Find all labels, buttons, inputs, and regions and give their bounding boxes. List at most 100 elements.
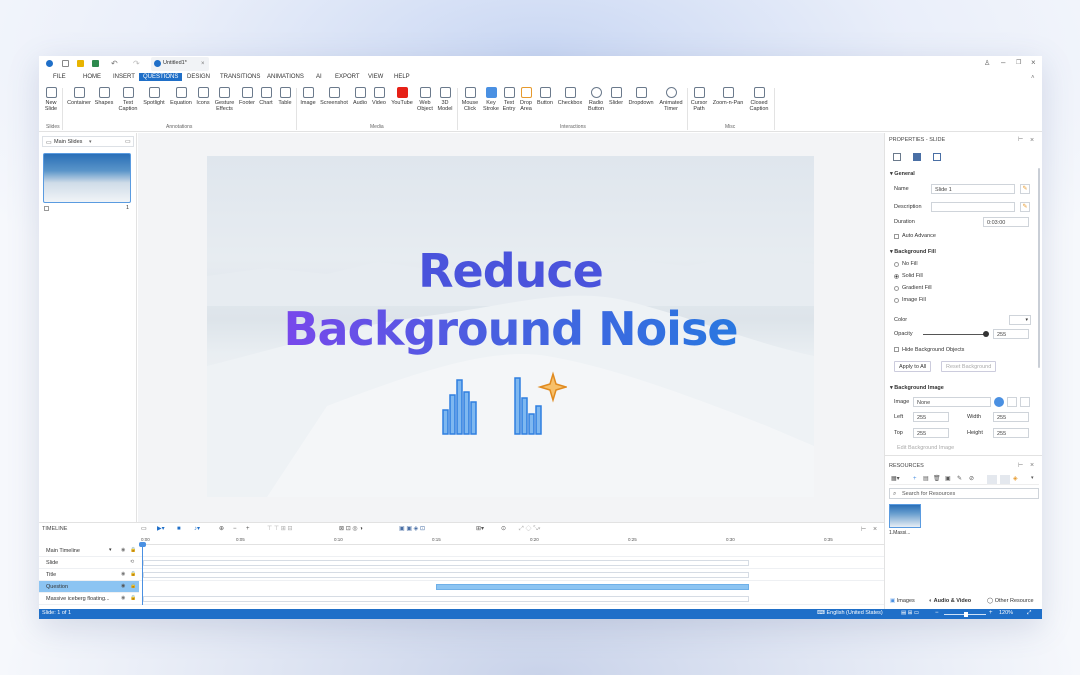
add-resource-icon[interactable]: + bbox=[913, 476, 917, 482]
timeline-ruler[interactable]: 0:00 0:05 0:10 0:15 0:20 0:25 0:30 0:35 bbox=[139, 537, 884, 545]
redo-icon[interactable]: ↷ bbox=[133, 60, 140, 68]
language-status[interactable]: ⌨ English (United States) bbox=[817, 610, 883, 617]
new-slide-button[interactable]: New Slide bbox=[42, 87, 60, 113]
cursor-path-button[interactable]: Cursor Path bbox=[688, 87, 710, 113]
visibility-icon[interactable]: ◉ bbox=[121, 572, 125, 577]
zoom-out-status-icon[interactable]: − bbox=[935, 610, 939, 616]
resources-pin-icon[interactable]: ⊢ bbox=[1018, 463, 1023, 469]
remove-image-icon[interactable] bbox=[1020, 397, 1030, 407]
close-resources-icon[interactable]: × bbox=[1030, 462, 1034, 469]
document-tab[interactable]: Untitled1* × bbox=[151, 57, 209, 71]
undo-icon[interactable]: ↶ bbox=[111, 60, 118, 68]
image-field[interactable]: None bbox=[913, 397, 991, 407]
layout-icon[interactable] bbox=[933, 153, 941, 161]
zoom-n-pan-button[interactable]: Zoom-n-Pan bbox=[710, 87, 746, 106]
width-field[interactable]: 255 bbox=[993, 412, 1029, 422]
background-image-section[interactable]: ▾ Background Image bbox=[890, 385, 944, 391]
radio-button-button[interactable]: Radio Button bbox=[585, 87, 607, 113]
chart-button[interactable]: Chart bbox=[257, 87, 275, 106]
shapes-button[interactable]: Shapes bbox=[93, 87, 115, 106]
view-grid-icon[interactable]: ▦▾ bbox=[891, 476, 900, 482]
resources-search[interactable]: ⌕ Search for Resources bbox=[889, 488, 1039, 499]
resource-tag-icon[interactable]: ◈ bbox=[1013, 476, 1018, 482]
image-file-icon[interactable] bbox=[1007, 397, 1017, 407]
drop-area-button[interactable]: Drop Area bbox=[517, 87, 535, 113]
menu-home[interactable]: HOME bbox=[83, 74, 101, 80]
close-tab-icon[interactable]: × bbox=[201, 61, 205, 67]
timeline-row[interactable]: Slide ⟲ bbox=[39, 557, 884, 569]
timeline-pin-icon[interactable]: ⊢ bbox=[861, 527, 866, 533]
layer-icon[interactable]: ▣ ▣ ◈ ⊡ bbox=[399, 526, 425, 532]
edit-resource-icon[interactable]: ✎ bbox=[957, 476, 962, 482]
lock-icon[interactable]: 🔒 bbox=[130, 548, 136, 553]
container-button[interactable]: Container bbox=[65, 87, 93, 106]
button-button[interactable]: Button bbox=[535, 87, 555, 106]
minimize-icon[interactable]: – bbox=[1001, 59, 1005, 67]
image-fill-radio[interactable] bbox=[894, 298, 899, 303]
close-properties-icon[interactable]: × bbox=[1030, 137, 1034, 144]
fit-icon[interactable]: ⤢ bbox=[1027, 610, 1031, 617]
image-button[interactable]: Image bbox=[298, 87, 318, 106]
timeline-row[interactable]: Main Timeline ▾ ◉ 🔒 bbox=[39, 545, 884, 557]
arrange-icon[interactable]: ⊠ ⊡ ◎ ◑ bbox=[339, 526, 363, 532]
no-fill-radio[interactable] bbox=[894, 262, 899, 267]
menu-view[interactable]: VIEW bbox=[368, 74, 383, 80]
view-mode-icons[interactable]: ▤ ⊞ ▭ bbox=[901, 610, 919, 617]
color-picker[interactable]: ▾ bbox=[1009, 315, 1031, 325]
lock-icon[interactable]: 🔒 bbox=[130, 572, 136, 577]
solid-fill-radio[interactable] bbox=[894, 274, 899, 279]
import-icon[interactable]: ▤ bbox=[923, 476, 929, 482]
top-field[interactable]: 255 bbox=[913, 428, 949, 438]
text-caption-button[interactable]: Text Caption bbox=[117, 87, 139, 113]
equation-button[interactable]: Equation bbox=[168, 87, 194, 106]
close-window-icon[interactable]: × bbox=[1031, 59, 1036, 67]
icons-button[interactable]: Icons bbox=[194, 87, 212, 106]
closed-caption-button[interactable]: Closed Caption bbox=[746, 87, 772, 113]
edit-bg-image-button[interactable]: Edit Background Image bbox=[897, 445, 954, 452]
menu-transitions[interactable]: TRANSITIONS bbox=[220, 74, 260, 80]
properties-scrollbar[interactable] bbox=[1038, 168, 1040, 368]
marker-icons[interactable]: ⤢ ◇ ⤡▾ bbox=[519, 526, 540, 532]
name-field[interactable]: Slide 1 bbox=[931, 184, 1015, 194]
menu-export[interactable]: EXPORT bbox=[335, 74, 360, 80]
play-icon[interactable]: ▶▾ bbox=[157, 526, 165, 532]
timeline-row-selected[interactable]: Question ◉ 🔒 bbox=[39, 581, 884, 593]
collapse-ribbon-icon[interactable]: ˄ bbox=[1031, 75, 1035, 81]
align-left-icon[interactable]: ⊤ ⊤ ⊞ ⊟ bbox=[267, 526, 293, 532]
resource-thumbnail[interactable] bbox=[889, 504, 921, 528]
lock-icon[interactable]: 🔒 bbox=[130, 584, 136, 589]
tab-audio-video[interactable]: ◐ Audio & Video bbox=[929, 598, 971, 605]
opacity-slider[interactable] bbox=[923, 334, 987, 335]
audio-button[interactable]: Audio bbox=[350, 87, 370, 106]
visibility-icon[interactable]: ◉ bbox=[121, 548, 125, 553]
visibility-icon[interactable]: ◉ bbox=[121, 596, 125, 601]
youtube-button[interactable]: YouTube bbox=[389, 87, 415, 106]
opacity-field[interactable]: 255 bbox=[993, 329, 1029, 339]
screenshot-button[interactable]: Screenshot bbox=[318, 87, 350, 106]
zoom-slider-handle[interactable] bbox=[964, 612, 968, 617]
background-fill-section[interactable]: ▾ Background Fill bbox=[890, 249, 936, 255]
menu-design[interactable]: DESIGN bbox=[187, 74, 210, 80]
question-timeline-bar[interactable] bbox=[436, 584, 749, 590]
timeline-row[interactable]: Title ◉ 🔒 bbox=[39, 569, 884, 581]
text-entry-button[interactable]: Text Entry bbox=[500, 87, 518, 113]
timeline-view-icon[interactable]: ▭ bbox=[141, 526, 147, 532]
resource-view-b-icon[interactable] bbox=[1000, 475, 1010, 484]
footer-button[interactable]: Footer bbox=[237, 87, 257, 106]
slides-dropdown-icon[interactable]: ▾ bbox=[89, 140, 92, 145]
slides-panel-header[interactable]: ▭ Main Slides ▾ ▭ bbox=[42, 136, 134, 147]
duration-field[interactable]: 0:03:00 bbox=[983, 217, 1029, 227]
mouse-click-button[interactable]: Mouse Click bbox=[458, 87, 482, 113]
save-icon[interactable] bbox=[92, 60, 99, 67]
pin-icon[interactable]: ⊢ bbox=[1018, 137, 1023, 143]
hide-bg-objects-checkbox[interactable] bbox=[894, 347, 899, 352]
zoom-in-icon[interactable]: + bbox=[246, 526, 250, 532]
close-timeline-icon[interactable]: × bbox=[873, 526, 877, 533]
browse-image-icon[interactable] bbox=[994, 397, 1004, 407]
checkbox-button[interactable]: Checkbox bbox=[556, 87, 584, 106]
opacity-slider-handle[interactable] bbox=[983, 331, 989, 337]
stop-icon[interactable]: ■ bbox=[177, 526, 181, 532]
menu-file[interactable]: FILE bbox=[53, 74, 66, 80]
description-field[interactable] bbox=[931, 202, 1015, 212]
delete-icon[interactable]: 🗑 bbox=[933, 476, 941, 482]
